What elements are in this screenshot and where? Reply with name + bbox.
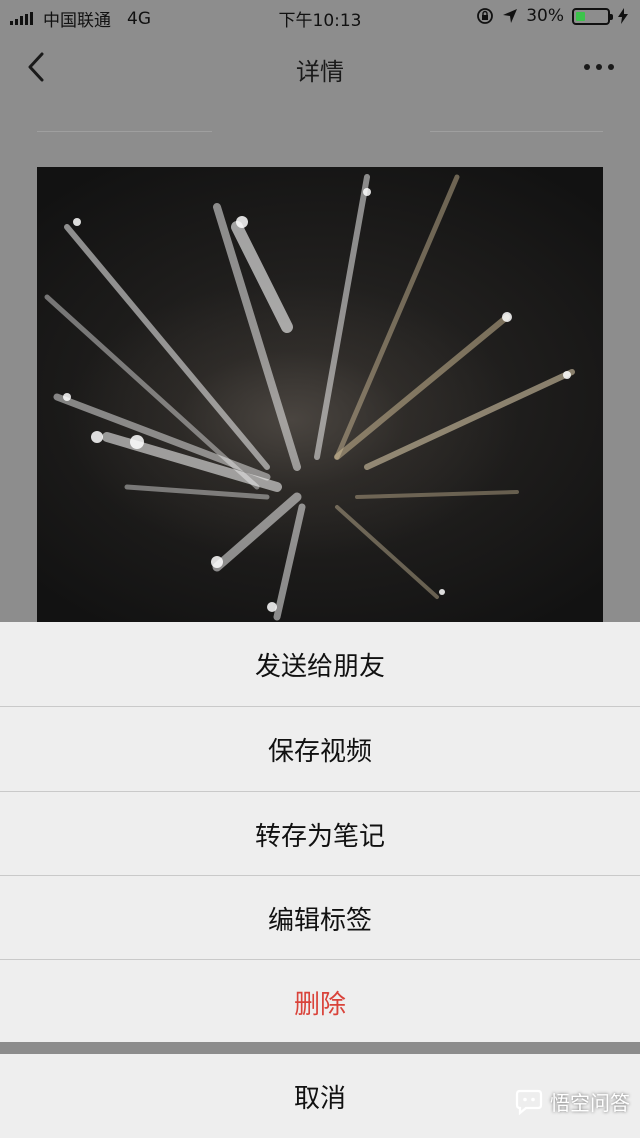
status-bar: 中国联通 4G 下午10:13 30% [0, 0, 640, 34]
save-video-button[interactable]: 保存视频 [0, 707, 640, 791]
send-to-friend-button[interactable]: 发送给朋友 [0, 622, 640, 706]
battery-fill [576, 11, 585, 21]
divider-left [37, 131, 212, 132]
location-icon [503, 9, 518, 23]
more-options-icon[interactable] [584, 52, 614, 82]
save-as-note-button[interactable]: 转存为笔记 [0, 792, 640, 876]
page-title: 详情 [296, 58, 344, 86]
video-preview[interactable] [37, 167, 603, 627]
status-right: 30% [476, 6, 628, 26]
charging-icon [618, 8, 628, 24]
divider-right [430, 131, 603, 132]
watermark-text: 悟空问答 [550, 1091, 630, 1115]
edit-tags-button[interactable]: 编辑标签 [0, 876, 640, 960]
watermark: 悟空问答 [514, 1087, 630, 1116]
fireworks-image [44, 174, 575, 621]
battery-percent: 30% [526, 6, 564, 26]
sheet-gap [0, 1042, 640, 1054]
wukong-logo-icon [515, 1089, 543, 1115]
action-sheet-options: 发送给朋友 保存视频 转存为笔记 编辑标签 删除 [0, 622, 640, 1042]
action-sheet: 发送给朋友 保存视频 转存为笔记 编辑标签 删除 取消 [0, 622, 640, 1138]
delete-button[interactable]: 删除 [0, 960, 640, 1044]
battery-icon [572, 7, 613, 25]
nav-bar: 详情 [0, 34, 640, 98]
rotation-lock-icon [477, 8, 494, 24]
